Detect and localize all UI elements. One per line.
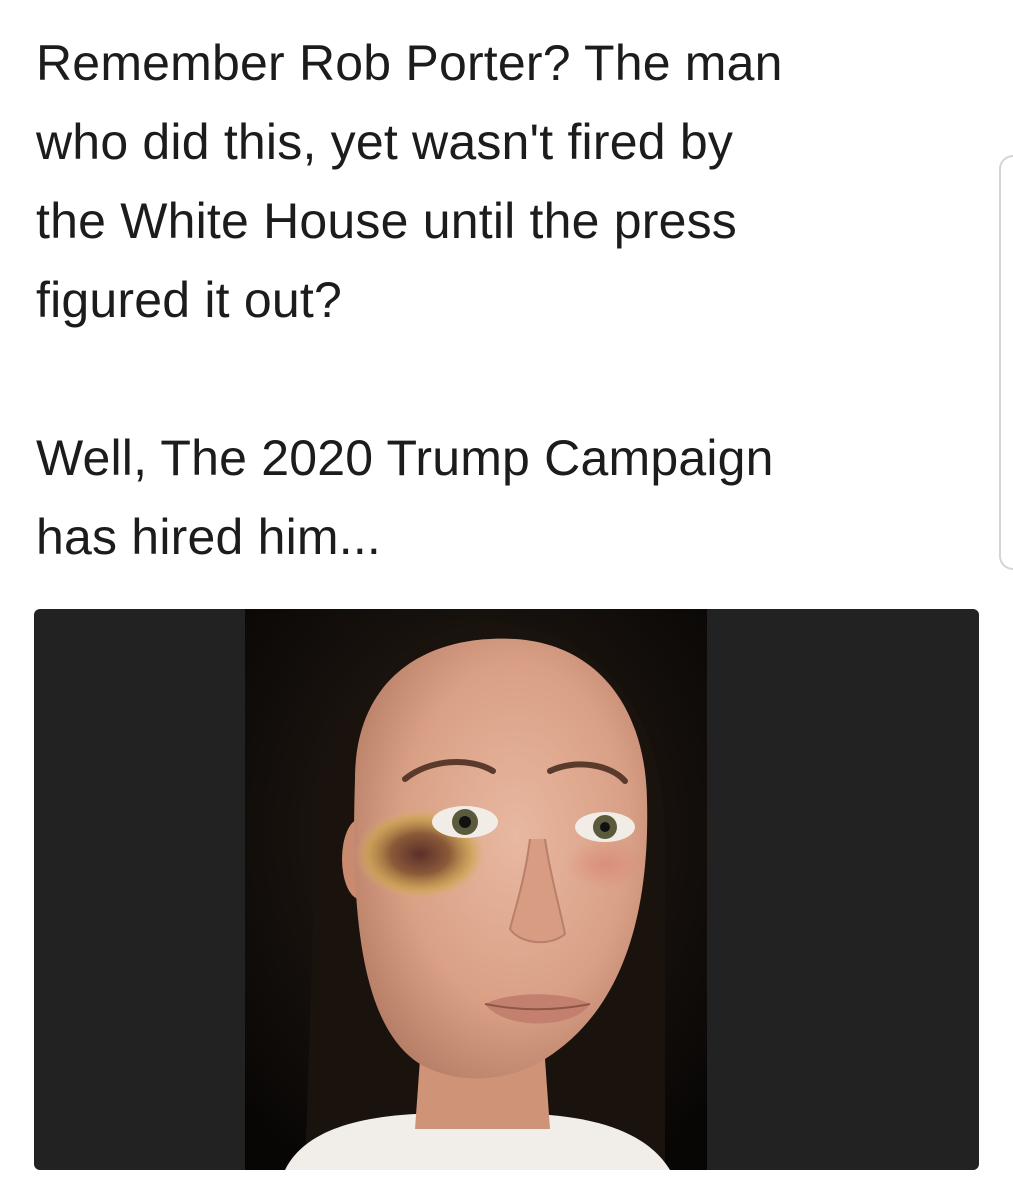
post-text-line: has hired him... <box>36 509 382 565</box>
post-text: Remember Rob Porter? The man who did thi… <box>36 24 976 577</box>
post-image-card[interactable] <box>34 609 979 1170</box>
portrait-illustration <box>245 609 707 1170</box>
post-text-line: Well, The 2020 Trump Campaign <box>36 430 774 486</box>
cheek-redness <box>565 839 645 889</box>
post-text-line: Remember Rob Porter? The man <box>36 35 783 91</box>
post-photo[interactable] <box>245 609 707 1170</box>
right-pupil <box>600 822 610 832</box>
left-pupil <box>459 816 471 828</box>
post-text-line: who did this, yet wasn't fired by <box>36 114 734 170</box>
scroll-indicator[interactable] <box>999 155 1013 570</box>
post-text-line: the White House until the press <box>36 193 737 249</box>
post-text-line: figured it out? <box>36 272 342 328</box>
